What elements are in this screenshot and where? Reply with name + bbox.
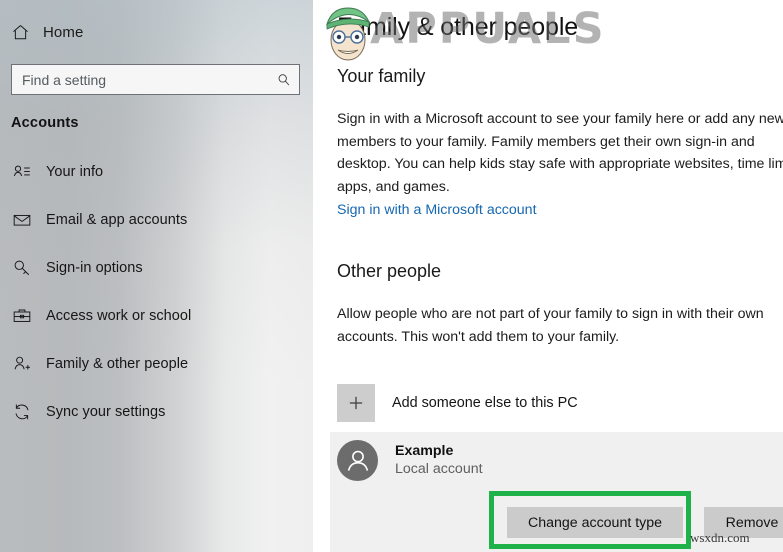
envelope-icon: [11, 209, 32, 230]
account-name: Example: [395, 443, 454, 459]
sidebar-home-button[interactable]: Home: [11, 19, 83, 45]
search-icon[interactable]: [271, 65, 297, 94]
sidebar-item-label: Family & other people: [46, 355, 189, 372]
search-box[interactable]: [11, 64, 300, 95]
sidebar-item-sign-in-options[interactable]: Sign-in options: [0, 251, 313, 284]
account-type: Local account: [395, 461, 483, 477]
add-someone-else-label: Add someone else to this PC: [392, 395, 578, 411]
sidebar-item-family-other-people[interactable]: Family & other people: [0, 347, 313, 380]
sign-in-microsoft-account-link[interactable]: Sign in with a Microsoft account: [337, 202, 537, 218]
sidebar-home-label: Home: [43, 23, 84, 41]
your-family-heading: Your family: [337, 66, 426, 86]
sidebar-item-label: Access work or school: [46, 307, 192, 324]
other-people-description: Allow people who are not part of your fa…: [337, 306, 768, 345]
user-avatar-icon: [337, 440, 378, 481]
sidebar-item-email-app-accounts[interactable]: Email & app accounts: [0, 203, 313, 236]
sync-icon: [11, 401, 32, 422]
settings-window: Home Accounts: [0, 0, 783, 552]
sidebar-item-label: Email & app accounts: [46, 211, 188, 228]
account-text-block: Example Local account: [395, 442, 483, 479]
other-people-heading: Other people: [337, 261, 442, 281]
sidebar-item-label: Sign-in options: [46, 259, 143, 276]
sidebar-item-label: Your info: [46, 163, 104, 180]
sidebar-item-sync-your-settings[interactable]: Sync your settings: [0, 395, 313, 428]
sidebar-item-your-info[interactable]: Your info: [0, 155, 313, 188]
main-content: Family & other people Your family Sign i…: [313, 0, 783, 552]
sidebar-item-label: Sync your settings: [46, 403, 166, 420]
change-account-type-button[interactable]: Change account type: [507, 507, 683, 538]
account-list-item[interactable]: Example Local account: [330, 432, 783, 489]
sidebar-item-access-work-or-school[interactable]: Access work or school: [0, 299, 313, 332]
person-add-icon: [11, 353, 32, 374]
remove-account-button[interactable]: Remove: [704, 507, 783, 538]
add-someone-else-button[interactable]: Add someone else to this PC: [337, 383, 578, 423]
key-icon: [11, 257, 32, 278]
home-icon: [11, 23, 30, 42]
person-list-icon: [11, 161, 32, 182]
account-actions-strip: Change account type Remove: [330, 489, 783, 552]
page-title: Family & other people: [337, 13, 579, 41]
plus-icon: [337, 384, 375, 422]
sidebar-nav-list: Your info Email & app accounts Sign-in o…: [0, 155, 313, 443]
sidebar-section-title: Accounts: [11, 115, 79, 131]
briefcase-icon: [11, 305, 32, 326]
search-input[interactable]: [12, 65, 271, 94]
your-family-description: Sign in with a Microsoft account to see …: [337, 111, 783, 195]
sidebar: Home Accounts: [0, 0, 313, 552]
